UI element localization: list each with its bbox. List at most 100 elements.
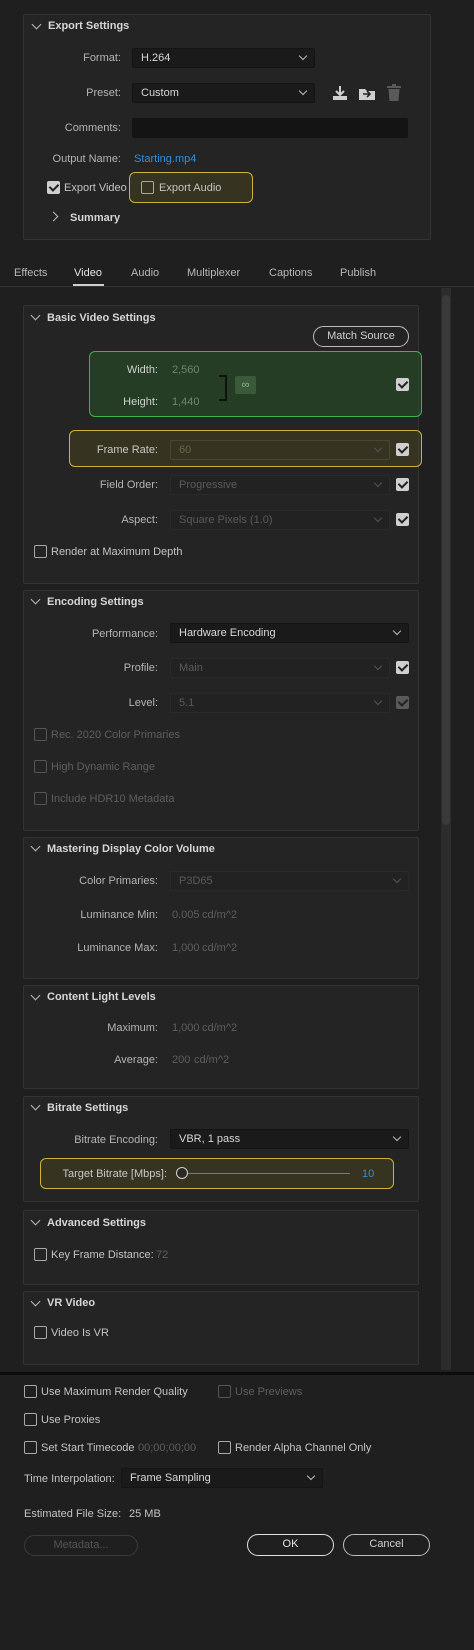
rec2020-checkbox[interactable] bbox=[34, 728, 47, 741]
est-size-value: 25 MB bbox=[129, 1508, 161, 1520]
render-max-depth-checkbox[interactable] bbox=[34, 545, 47, 558]
dimensions-match-checkbox[interactable] bbox=[396, 378, 409, 391]
chevron-down-icon bbox=[373, 661, 383, 671]
match-source-button[interactable]: Match Source bbox=[313, 326, 409, 347]
bitrate-encoding-value: VBR, 1 pass bbox=[179, 1133, 241, 1145]
output-name-label: Output Name: bbox=[52, 153, 121, 165]
keyframe-checkbox[interactable] bbox=[34, 1248, 47, 1261]
aspect-dropdown[interactable]: Square Pixels (1.0) bbox=[170, 510, 390, 530]
time-interp-dropdown[interactable]: Frame Sampling bbox=[121, 1468, 323, 1488]
chevron-down-icon bbox=[392, 1132, 402, 1142]
frame-rate-value: 60 bbox=[179, 444, 192, 456]
bitrate-encoding-label: Bitrate Encoding: bbox=[74, 1134, 158, 1146]
target-bitrate-value[interactable]: 10 bbox=[362, 1168, 374, 1180]
chevron-down-icon bbox=[306, 1471, 316, 1481]
vr-checkbox[interactable] bbox=[34, 1326, 47, 1339]
time-interp-label: Time Interpolation: bbox=[24, 1473, 115, 1485]
tab-publish[interactable]: Publish bbox=[340, 267, 376, 279]
scrollbar-thumb[interactable] bbox=[442, 295, 450, 825]
start-timecode-checkbox[interactable] bbox=[24, 1441, 37, 1454]
primaries-dropdown[interactable]: P3D65 bbox=[170, 871, 409, 891]
hdr10-checkbox[interactable] bbox=[34, 792, 47, 805]
link-dimensions-icon[interactable]: ∞ bbox=[235, 376, 256, 394]
aspect-match-checkbox[interactable] bbox=[396, 513, 409, 526]
bitrate-encoding-dropdown[interactable]: VBR, 1 pass bbox=[170, 1129, 409, 1149]
active-tab-underline bbox=[73, 284, 104, 286]
avg-cll-value[interactable]: 200 bbox=[172, 1054, 190, 1066]
width-value[interactable]: 2,560 bbox=[172, 364, 200, 376]
tab-bar: Effects Video Audio Multiplexer Captions… bbox=[0, 257, 474, 287]
alpha-only-checkbox[interactable] bbox=[218, 1441, 231, 1454]
primaries-label: Color Primaries: bbox=[79, 875, 158, 887]
hdr-label: High Dynamic Range bbox=[51, 761, 155, 773]
hdr-checkbox[interactable] bbox=[34, 760, 47, 773]
alpha-only-label: Render Alpha Channel Only bbox=[235, 1442, 372, 1454]
max-cll-label: Maximum: bbox=[107, 1022, 158, 1034]
summary-label[interactable]: Summary bbox=[70, 212, 120, 224]
level-label: Level: bbox=[128, 697, 158, 709]
lum-max-value[interactable]: 1,000 bbox=[172, 942, 200, 954]
format-value: H.264 bbox=[141, 52, 171, 64]
keyframe-value[interactable]: 72 bbox=[156, 1249, 168, 1261]
preset-label: Preset: bbox=[86, 87, 121, 99]
keyframe-label: Key Frame Distance: bbox=[51, 1249, 154, 1261]
ok-button[interactable]: OK bbox=[247, 1534, 334, 1556]
profile-match-checkbox[interactable] bbox=[396, 661, 409, 674]
chevron-down-icon bbox=[298, 51, 308, 61]
target-bitrate-slider[interactable] bbox=[176, 1173, 350, 1174]
frame-rate-dropdown[interactable]: 60 bbox=[170, 440, 390, 460]
time-interp-value: Frame Sampling bbox=[130, 1472, 211, 1484]
max-cll-value[interactable]: 1,000 bbox=[172, 1022, 200, 1034]
cancel-button[interactable]: Cancel bbox=[343, 1534, 430, 1556]
chevron-down-icon bbox=[392, 874, 402, 884]
field-order-match-checkbox[interactable] bbox=[396, 478, 409, 491]
bitrate-title: Bitrate Settings bbox=[47, 1102, 129, 1114]
lum-min-value[interactable]: 0.005 bbox=[172, 909, 200, 921]
output-name-link[interactable]: Starting.mp4 bbox=[134, 153, 196, 165]
target-bitrate-slider-handle[interactable] bbox=[176, 1167, 188, 1179]
tab-audio[interactable]: Audio bbox=[131, 267, 159, 279]
lum-max-unit: cd/m^2 bbox=[202, 942, 238, 954]
tab-effects[interactable]: Effects bbox=[14, 267, 47, 279]
field-order-dropdown[interactable]: Progressive bbox=[170, 475, 390, 495]
import-preset-icon[interactable] bbox=[358, 84, 376, 102]
chevron-down-icon bbox=[373, 443, 383, 453]
export-video-checkbox[interactable] bbox=[47, 181, 60, 194]
tab-captions[interactable]: Captions bbox=[269, 267, 312, 279]
level-dropdown[interactable]: 5.1 bbox=[170, 693, 390, 713]
max-render-checkbox[interactable] bbox=[24, 1385, 37, 1398]
save-preset-icon[interactable] bbox=[331, 84, 349, 102]
rec2020-label: Rec. 2020 Color Primaries bbox=[51, 729, 180, 741]
lum-max-label: Luminance Max: bbox=[77, 942, 158, 954]
field-order-value: Progressive bbox=[179, 479, 238, 491]
preset-dropdown[interactable]: Custom bbox=[132, 83, 315, 103]
profile-value: Main bbox=[179, 662, 203, 674]
comments-input[interactable] bbox=[132, 118, 408, 138]
chevron-down-icon bbox=[298, 86, 308, 96]
start-timecode-value[interactable]: 00;00;00;00 bbox=[138, 1442, 196, 1454]
width-label: Width: bbox=[126, 364, 158, 376]
height-label: Height: bbox=[123, 396, 158, 408]
target-bitrate-label: Target Bitrate [Mbps]: bbox=[62, 1168, 167, 1180]
export-audio-checkbox[interactable] bbox=[141, 181, 154, 194]
field-order-label: Field Order: bbox=[99, 479, 158, 491]
content-light-title: Content Light Levels bbox=[47, 991, 156, 1003]
frame-rate-match-checkbox[interactable] bbox=[396, 443, 409, 456]
level-match-checkbox[interactable] bbox=[396, 696, 409, 709]
performance-dropdown[interactable]: Hardware Encoding bbox=[170, 623, 409, 643]
profile-dropdown[interactable]: Main bbox=[170, 658, 390, 678]
metadata-button[interactable]: Metadata... bbox=[24, 1535, 138, 1556]
use-proxies-checkbox[interactable] bbox=[24, 1413, 37, 1426]
est-size-label: Estimated File Size: bbox=[24, 1508, 122, 1520]
tab-video[interactable]: Video bbox=[74, 267, 102, 279]
avg-cll-unit: cd/m^2 bbox=[194, 1054, 230, 1066]
comments-label: Comments: bbox=[64, 122, 121, 134]
format-dropdown[interactable]: H.264 bbox=[132, 48, 315, 68]
start-timecode-label: Set Start Timecode bbox=[41, 1442, 135, 1454]
tab-multiplexer[interactable]: Multiplexer bbox=[187, 267, 240, 279]
vr-title: VR Video bbox=[47, 1297, 96, 1309]
height-value[interactable]: 1,440 bbox=[172, 396, 200, 408]
use-previews-checkbox[interactable] bbox=[218, 1385, 231, 1398]
lum-min-label: Luminance Min: bbox=[80, 909, 158, 921]
delete-preset-icon[interactable] bbox=[386, 84, 402, 102]
